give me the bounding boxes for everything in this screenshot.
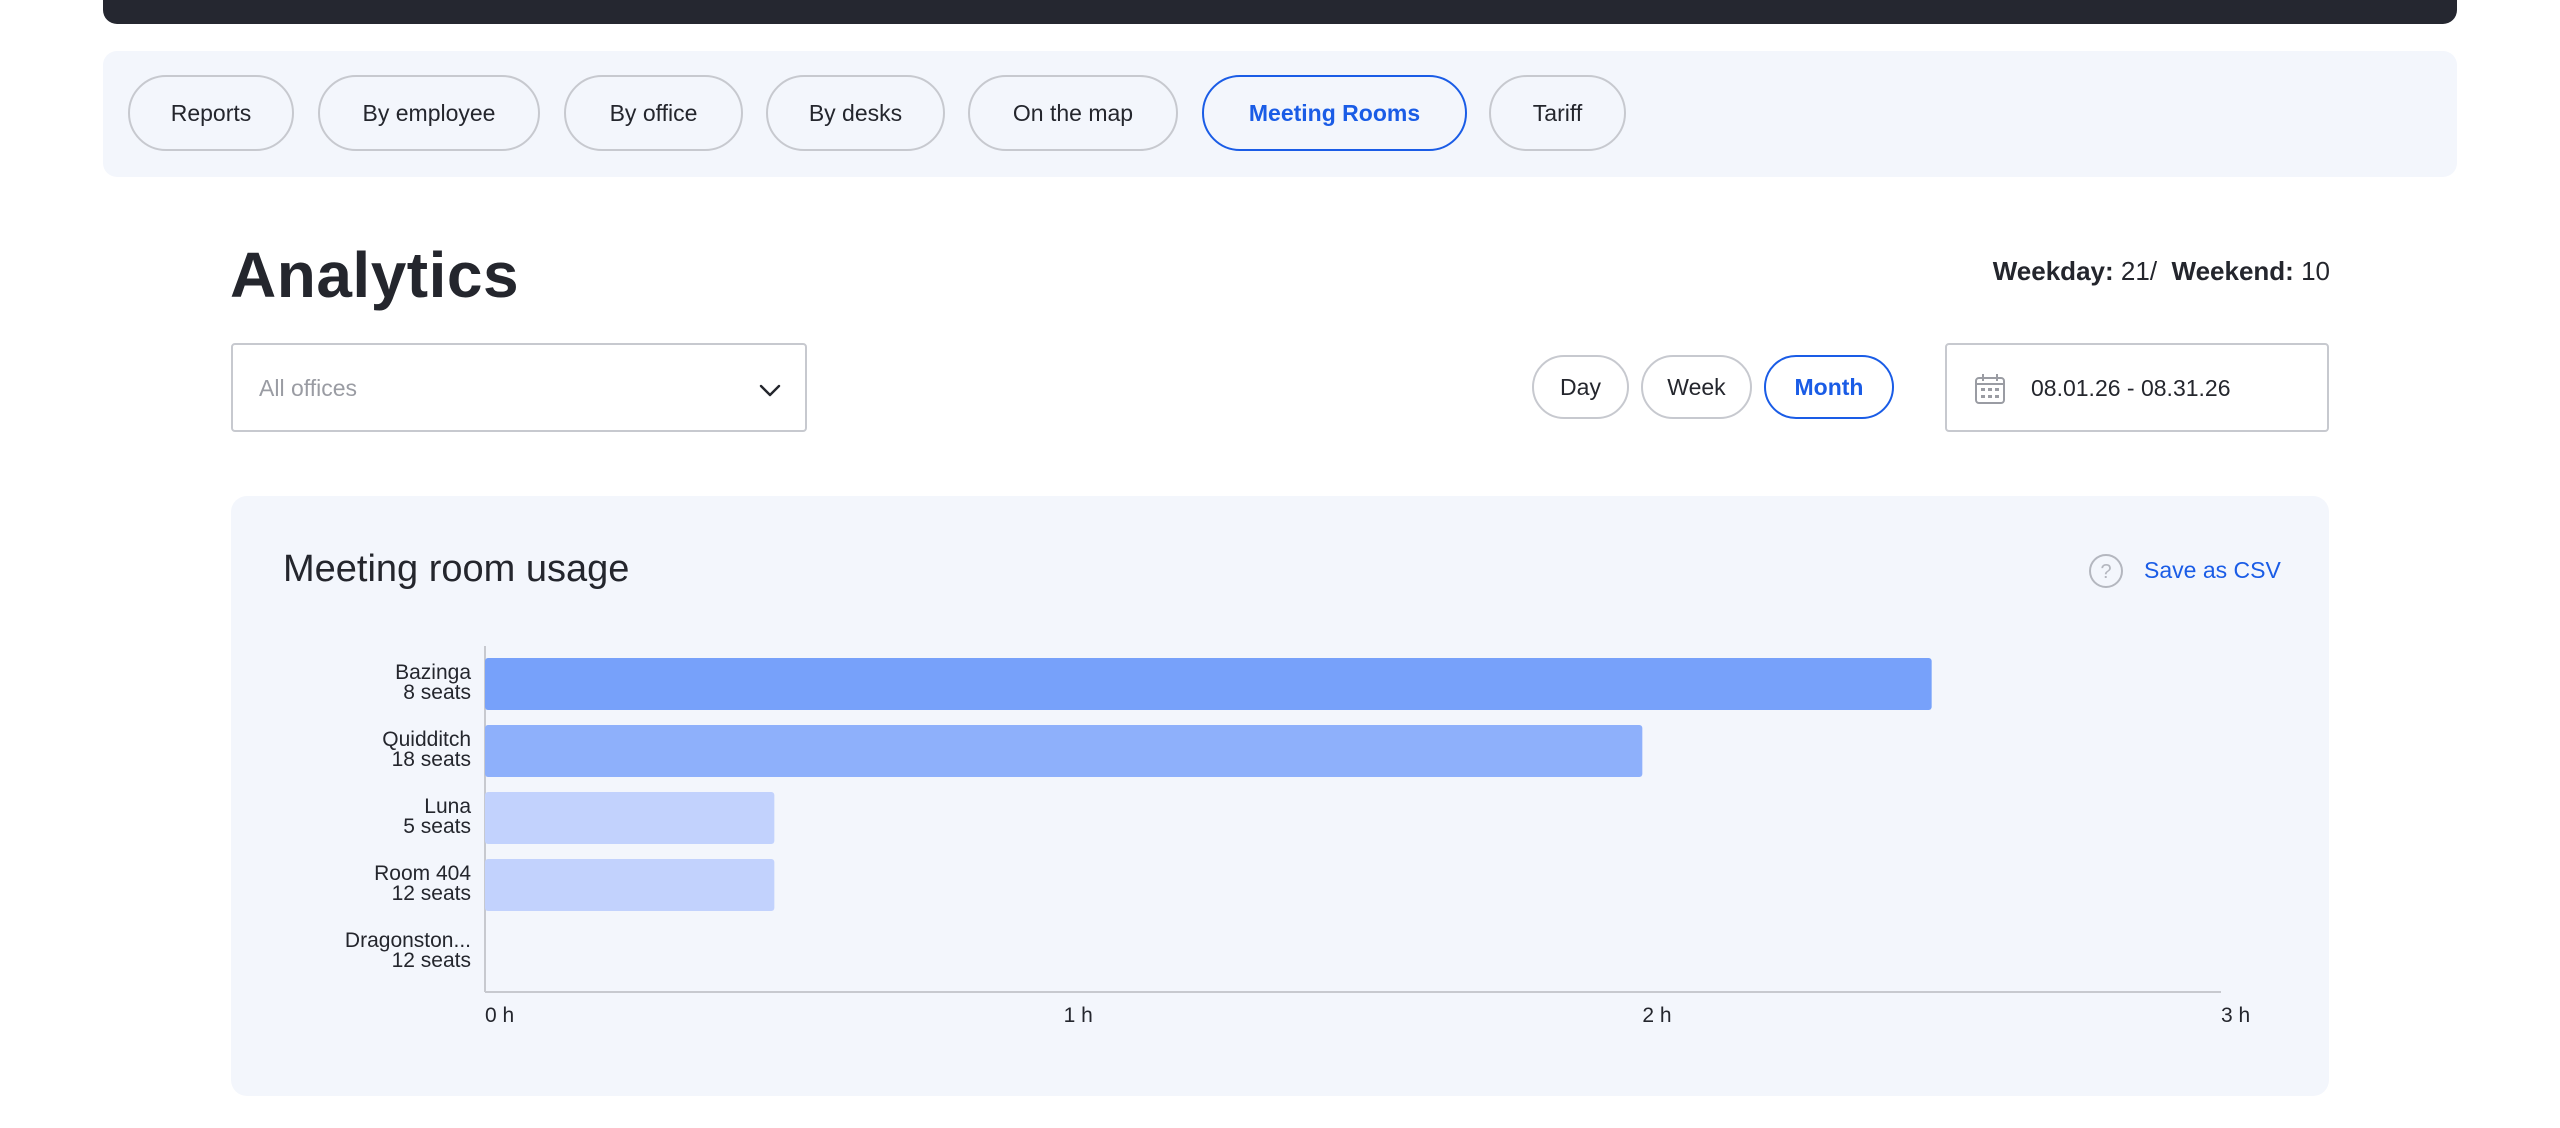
weekend-label: Weekend:	[2171, 256, 2294, 286]
usage-bar-chart: Bazinga8 seatsQuidditch18 seatsLuna5 sea…	[345, 646, 2250, 1027]
x-tick-label: 3 h	[2221, 1004, 2250, 1027]
top-navigation-bar	[103, 0, 2457, 24]
tab-on-the-map[interactable]: On the map	[968, 75, 1178, 151]
room-seats-label: 12 seats	[392, 949, 471, 972]
bar-2	[485, 792, 775, 844]
room-seats-label: 5 seats	[403, 815, 471, 838]
x-tick-label: 1 h	[1064, 1004, 1093, 1027]
period-month-button[interactable]: Month	[1764, 355, 1894, 419]
tab-tariff[interactable]: Tariff	[1489, 75, 1626, 151]
calendar-icon	[1975, 374, 2005, 404]
bar-3	[485, 859, 775, 911]
tab-by-office[interactable]: By office	[564, 75, 743, 151]
bar-1	[485, 725, 1643, 777]
chevron-down-icon	[759, 384, 781, 397]
x-tick-label: 0 h	[485, 1004, 514, 1027]
tab-meeting-rooms[interactable]: Meeting Rooms	[1202, 75, 1467, 151]
date-range-picker[interactable]: 08.01.26 - 08.31.26	[1945, 343, 2329, 432]
office-select[interactable]: All offices	[231, 343, 807, 432]
x-tick-label: 2 h	[1642, 1004, 1671, 1027]
report-tabs-panel: Reports By employee By office By desks O…	[103, 51, 2457, 177]
page-title: Analytics	[230, 239, 520, 311]
day-counts: Weekday: 21/ Weekend: 10	[1993, 256, 2330, 287]
room-seats-label: 18 seats	[392, 748, 471, 771]
tab-by-desks[interactable]: By desks	[766, 75, 945, 151]
period-day-button[interactable]: Day	[1532, 355, 1629, 419]
room-seats-label: 8 seats	[403, 681, 471, 704]
room-seats-label: 12 seats	[392, 882, 471, 905]
bar-0	[485, 658, 1932, 710]
weekend-value: 10	[2301, 256, 2330, 286]
meeting-room-usage-card: Meeting room usage ? Save as CSV Bazinga…	[231, 496, 2329, 1096]
tab-reports[interactable]: Reports	[128, 75, 294, 151]
tab-by-employee[interactable]: By employee	[318, 75, 540, 151]
weekday-label: Weekday:	[1992, 256, 2114, 286]
office-select-placeholder: All offices	[259, 375, 358, 401]
counts-separator: /	[2149, 256, 2158, 286]
period-week-button[interactable]: Week	[1641, 355, 1752, 419]
date-range-value: 08.01.26 - 08.31.26	[2031, 375, 2231, 401]
weekday-value: 21	[2120, 256, 2150, 286]
